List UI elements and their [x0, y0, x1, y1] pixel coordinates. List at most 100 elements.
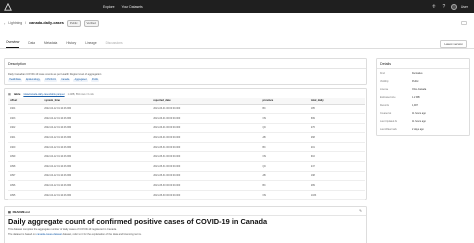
- readme-card: ▤ README.md ✎ Daily aggregate count of c…: [4, 206, 367, 243]
- detail-key: Visibility: [380, 80, 389, 83]
- table-cell: AB: [260, 171, 309, 182]
- table-cell: 916: [308, 151, 365, 163]
- table-cell: 2022-04-12 01:10:46.960: [42, 132, 152, 143]
- readme-filename: README.md: [12, 210, 30, 214]
- description-card: Description Daily Canadian COVID-19 case…: [4, 58, 367, 85]
- table-size: 1.2MB, 584 rows / 6 cols: [67, 92, 94, 96]
- dataset-header: ‹ Lightning / canada-daily-cases Public …: [0, 13, 474, 29]
- table-name: table: [13, 92, 21, 96]
- table-cell: 2022-04-12 01:10:46.960: [42, 161, 152, 172]
- tag-list: HealthData Epidemiology COVID-19 Canada …: [8, 79, 100, 82]
- detail-key: Created at: [380, 112, 392, 115]
- divider: [5, 68, 366, 69]
- details-panel: Details Kind Derivative Visibility Public Li…: [376, 58, 470, 136]
- table-cell: BC: [260, 180, 309, 191]
- data-table: offset system_time reported_date provinc…: [8, 98, 365, 201]
- table-cell: 2021-06-01 00:00:00.000: [151, 132, 261, 143]
- nav-explore[interactable]: Explore: [103, 5, 115, 9]
- tag-item[interactable]: HealthData: [8, 79, 22, 82]
- table-row: 1901 2022-04-12 01:10:46.960 2021-06-01 00…: [8, 132, 365, 143]
- logo-icon[interactable]: [4, 2, 12, 11]
- detail-value: 2 days ago: [412, 128, 424, 131]
- nav-your-datasets[interactable]: Your Datasets: [122, 5, 143, 9]
- tab-overview[interactable]: Overview: [6, 40, 20, 48]
- version-dropdown[interactable]: Latest version: [440, 40, 467, 48]
- table-row: 1902 2022-04-12 01:10:46.960 2021-06-01 00…: [8, 123, 365, 134]
- detail-row: License OGL-Canada: [380, 88, 468, 91]
- tab-lineage[interactable]: Lineage: [85, 41, 96, 48]
- detail-row: Kind Derivative: [380, 72, 468, 75]
- detail-key: Kind: [380, 72, 385, 75]
- user-name[interactable]: User: [461, 5, 468, 9]
- back-arrow-icon[interactable]: ‹: [4, 21, 5, 26]
- readme-paragraph: The dataset is based on canada-cases-dat…: [8, 233, 142, 236]
- dataset-link[interactable]: canada-cases-dataset: [36, 233, 62, 236]
- table-cell: 1903: [8, 113, 43, 124]
- tab-data[interactable]: Data: [28, 41, 35, 48]
- tag-item[interactable]: Aggregated: [73, 79, 88, 82]
- detail-row: Visibility Public: [380, 80, 468, 83]
- table-cell: 1897: [8, 171, 43, 182]
- notification-bell-icon[interactable]: ♰: [431, 4, 437, 10]
- table-cell: 2021-06-01 00:00:00.000: [151, 104, 261, 115]
- divider: [377, 68, 469, 69]
- table-cell: 1900: [8, 142, 43, 153]
- table-cell: 1904: [8, 104, 43, 115]
- description-title: Description: [8, 62, 26, 66]
- table-row: 1897 2022-04-12 01:10:46.960 2021-05-31 00…: [8, 171, 365, 182]
- table-cell: ON: [260, 151, 309, 163]
- table-path-link[interactable]: /data/canada-daily-cases/table.parquet: [23, 93, 64, 96]
- tab-metadata[interactable]: Metadata: [44, 41, 57, 48]
- avatar[interactable]: [450, 3, 457, 10]
- table-row: 1896 2022-04-12 01:10:46.960 2021-05-30 00…: [8, 180, 365, 191]
- detail-value: OGL-Canada: [412, 88, 427, 91]
- tag-item[interactable]: Canada: [60, 79, 71, 82]
- table-cell: 2022-04-12 01:10:46.960: [42, 171, 152, 182]
- file-icon: ▤: [8, 210, 11, 214]
- details-title: Details: [380, 62, 391, 66]
- header-action-button[interactable]: [461, 21, 467, 25]
- table-cell: 2022-04-12 01:10:46.960: [42, 142, 152, 153]
- detail-row: Last Watermark 2 days ago: [380, 128, 468, 131]
- table-cell: 2022-04-12 01:10:46.960: [42, 180, 152, 191]
- table-cell: 268: [308, 132, 365, 143]
- table-cell: 247: [308, 161, 365, 172]
- table-cell: 2022-04-12 01:10:46.960: [42, 104, 152, 115]
- tab-discussions[interactable]: Discussions: [106, 41, 123, 48]
- detail-row: Estimated size 1.2 MB: [380, 96, 468, 99]
- table-icon: ▦: [8, 92, 11, 96]
- detail-key: Estimated size: [380, 96, 396, 99]
- top-navigation-bar: Explore Your Datasets ♰ ? User: [0, 0, 474, 13]
- readme-paragraph: This dataset compiles the aggregate numb…: [8, 228, 117, 231]
- tab-history[interactable]: History: [66, 41, 76, 48]
- table-cell: 1896: [8, 180, 43, 191]
- table-cell: 1898: [8, 161, 43, 172]
- table-cell: 1895: [8, 190, 43, 201]
- detail-value: 11 hours ago: [412, 120, 426, 123]
- divider: [5, 215, 366, 216]
- tag-item[interactable]: Public: [90, 79, 100, 82]
- readme-text: dataset, refer to it for the explanation…: [61, 233, 142, 236]
- tag-item[interactable]: COVID-19: [44, 79, 58, 82]
- detail-key: License: [380, 88, 389, 91]
- table-cell: ON: [260, 113, 309, 124]
- table-cell: 2022-04-12 01:10:46.960: [42, 190, 152, 201]
- edit-icon[interactable]: ✎: [359, 209, 362, 213]
- help-icon[interactable]: ?: [441, 4, 447, 10]
- breadcrumb: ‹ Lightning / canada-daily-cases Public …: [4, 20, 99, 27]
- detail-value: 11 hours ago: [412, 112, 426, 115]
- status-badge: Verified: [83, 20, 99, 27]
- detail-value: 1,907: [412, 104, 418, 107]
- breadcrumb-owner[interactable]: Lightning: [8, 21, 22, 25]
- table-row: 1895 2022-04-12 01:10:46.960 2021-05-30 00…: [8, 190, 365, 201]
- table-cell: BC: [260, 142, 309, 153]
- table-row: 1899 2022-04-12 01:10:46.960 2021-05-31 00…: [8, 151, 365, 163]
- table-cell: AB: [260, 132, 309, 143]
- data-preview-card: ▦ table /data/canada-daily-cases/table.p…: [4, 88, 367, 201]
- table-cell: 2022-04-12 01:10:46.960: [42, 151, 152, 163]
- page-title: canada-daily-cases: [29, 21, 64, 26]
- table-row: 1898 2022-04-12 01:10:46.960 2021-05-31 00…: [8, 161, 365, 172]
- visibility-badge: Public: [66, 20, 81, 27]
- tag-item[interactable]: Epidemiology: [24, 79, 42, 82]
- tab-bar: Overview Data Metadata History Lineage D…: [0, 38, 474, 49]
